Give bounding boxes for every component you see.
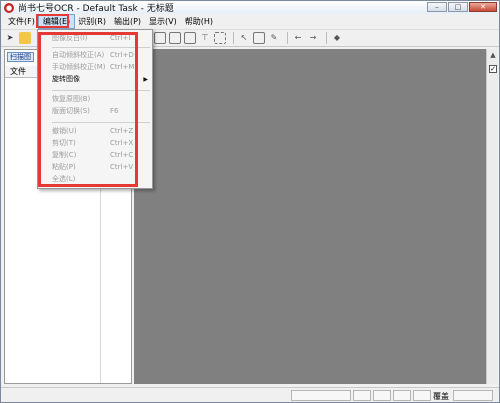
- pointer-icon[interactable]: ↖: [238, 32, 250, 44]
- edit-menu-dropdown: 图像反白(I) Ctrl+I 自动倾斜校正(A) Ctrl+D 手动倾斜校正(M) C…: [37, 29, 153, 189]
- app-window: ● 尚书七号OCR - Default Task - 无标题 – □ ✕ 文件(…: [0, 0, 500, 403]
- window-controls: – □ ✕: [427, 2, 497, 12]
- close-button[interactable]: ✕: [469, 2, 497, 12]
- title-bar: ● 尚书七号OCR - Default Task - 无标题 – □ ✕: [1, 1, 499, 14]
- scroll-up-icon[interactable]: ▲: [487, 49, 499, 61]
- status-overwrite: 覆盖: [433, 392, 449, 401]
- status-cell: [393, 390, 411, 401]
- menu-file[interactable]: 文件(F): [4, 15, 39, 28]
- table-icon[interactable]: ⊤: [199, 32, 211, 44]
- select-region-icon[interactable]: [214, 32, 226, 44]
- menu-item-auto-deskew[interactable]: 自动倾斜校正(A) Ctrl+D: [38, 50, 152, 61]
- tab-scanned-images[interactable]: 扫描图: [7, 52, 34, 62]
- status-cell: [453, 390, 493, 401]
- menu-view[interactable]: 显示(V): [145, 15, 181, 28]
- menu-item-select-all[interactable]: 全选(L): [38, 174, 152, 185]
- status-cell: [291, 390, 351, 401]
- toolbar-separator: [287, 32, 288, 44]
- submenu-arrow-icon: ▶: [143, 76, 148, 83]
- status-bar: 覆盖: [1, 387, 499, 402]
- menu-separator: [52, 90, 150, 91]
- layout-double-icon[interactable]: [169, 32, 181, 44]
- maximize-button[interactable]: □: [448, 2, 468, 12]
- menu-item-switch-layout[interactable]: 版面切换(S) F6: [38, 106, 152, 117]
- scan-icon[interactable]: ➤: [4, 32, 16, 44]
- menu-item-manual-deskew[interactable]: 手动倾斜校正(M) Ctrl+M: [38, 62, 152, 73]
- rectangle-icon[interactable]: [253, 32, 265, 44]
- layout-grid-icon[interactable]: [184, 32, 196, 44]
- menu-highlight-box: [36, 14, 69, 28]
- menu-output[interactable]: 输出(P): [110, 15, 145, 28]
- pen-icon[interactable]: ✎: [268, 32, 280, 44]
- menu-separator: [52, 122, 150, 123]
- arrow-left-icon[interactable]: ←: [292, 32, 304, 44]
- menu-item-rotate-image[interactable]: 旋转图像 ▶: [38, 74, 152, 85]
- toolbar-separator: [233, 32, 234, 44]
- status-cell: [413, 390, 431, 401]
- arrow-right-icon[interactable]: →: [307, 32, 319, 44]
- menu-item-copy[interactable]: 复制(C) Ctrl+C: [38, 150, 152, 161]
- menu-separator: [52, 47, 150, 48]
- menu-item-cut[interactable]: 剪切(T) Ctrl+X: [38, 138, 152, 149]
- status-cell: [353, 390, 371, 401]
- minimize-button[interactable]: –: [427, 2, 447, 12]
- app-logo-icon: ●: [4, 2, 14, 13]
- layout-single-icon[interactable]: [154, 32, 166, 44]
- image-workspace[interactable]: [134, 49, 486, 384]
- menu-item-restore-original[interactable]: 恢复原图(B): [38, 94, 152, 105]
- recognize-icon[interactable]: ◆: [331, 32, 343, 44]
- menu-item-paste[interactable]: 粘贴(P) Ctrl+V: [38, 162, 152, 173]
- menu-item-invert-image[interactable]: 图像反白(I) Ctrl+I: [38, 33, 152, 44]
- vertical-scrollbar[interactable]: ▲ ✓: [486, 49, 498, 384]
- menu-bar: 文件(F) 编辑(E) 识别(R) 输出(P) 显示(V) 帮助(H): [1, 14, 499, 29]
- menu-item-undo[interactable]: 撤销(U) Ctrl+Z: [38, 126, 152, 137]
- open-folder-icon[interactable]: [19, 32, 31, 44]
- menu-recognize[interactable]: 识别(R): [74, 15, 110, 28]
- status-cell: [373, 390, 391, 401]
- checkbox[interactable]: ✓: [489, 65, 497, 73]
- toolbar-separator: [326, 32, 327, 44]
- window-title: 尚书七号OCR - Default Task - 无标题: [18, 4, 174, 14]
- menu-help[interactable]: 帮助(H): [181, 15, 217, 28]
